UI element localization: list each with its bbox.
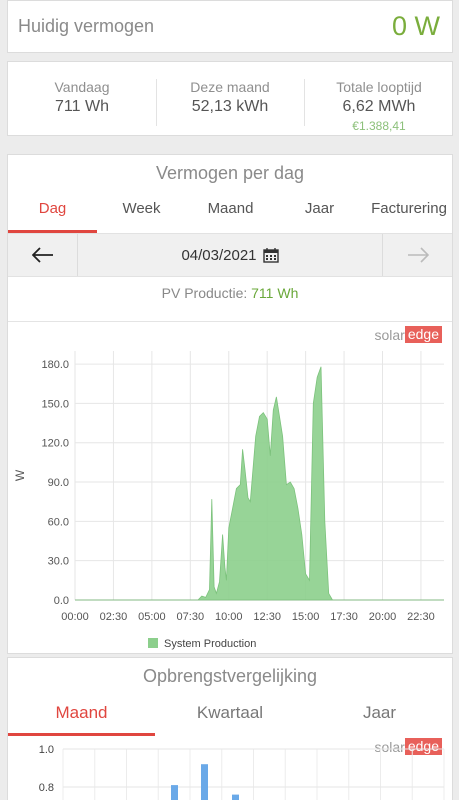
arrow-right-icon [407, 247, 429, 263]
series-area-system-production [75, 366, 444, 601]
y-tick-label: 0.8 [39, 782, 54, 794]
y-tick-label: 0.0 [54, 595, 69, 607]
y-tick-label: 30.0 [48, 556, 69, 568]
tab-day[interactable]: Dag [8, 197, 97, 233]
y-tick-label: 60.0 [48, 516, 69, 528]
bar [171, 785, 178, 800]
x-tick-label: 05:00 [138, 611, 166, 623]
stat-today-value: 711 Wh [55, 98, 109, 115]
current-power-card: Huidig vermogen 0 W [7, 0, 453, 53]
stat-lifetime-revenue: €1.388,41 [352, 119, 406, 133]
current-power-value: 0 W [391, 11, 440, 41]
y-tick-label: 90.0 [48, 477, 69, 489]
stat-month: Deze maand 52,13 kWh [156, 62, 304, 137]
power-chart-card: Vermogen per dag Dag Week Maand Jaar Fac… [7, 154, 453, 654]
x-tick-label: 12:30 [253, 611, 281, 623]
divider [8, 321, 452, 322]
y-tick-label: 180.0 [41, 359, 69, 371]
x-tick-label: 02:30 [100, 611, 128, 623]
legend: System Production [148, 638, 256, 650]
bar [232, 794, 239, 800]
bar [201, 764, 208, 800]
x-tick-label: 07:30 [177, 611, 205, 623]
legend-swatch [148, 638, 158, 648]
yield-comparison-card: Opbrengstvergelijking Maand Kwartaal Jaa… [7, 657, 453, 800]
period-tabs: Dag Week Maand Jaar Facturering [8, 197, 452, 233]
stat-month-value: 52,13 kWh [191, 98, 269, 115]
power-area-chart: 0.0 30.0 60.0 90.0 120.0 150.0 180.0 00:00 02:30… [13, 351, 444, 650]
previous-date-button[interactable] [8, 234, 78, 276]
stat-lifetime-title: Totale looptijd [336, 79, 422, 95]
y-tick-label: 1.0 [39, 744, 54, 756]
y-tick-label: 150.0 [41, 398, 69, 410]
stat-month-title: Deze maand [190, 79, 270, 95]
stat-today-title: Vandaag [54, 79, 110, 95]
solaredge-logo: solar edge [374, 326, 442, 343]
stat-lifetime-value: 6,62 MWh [342, 98, 416, 115]
next-date-button[interactable] [382, 234, 452, 276]
x-tick-label: 20:00 [369, 611, 397, 623]
tab-week[interactable]: Week [97, 197, 186, 233]
pv-production-value: 711 Wh [251, 285, 299, 301]
date-picker[interactable]: 04/03/2021 [78, 234, 382, 276]
x-tick-label: 10:00 [215, 611, 243, 623]
current-power-label: Huidig vermogen [18, 16, 155, 36]
tab-year[interactable]: Jaar [275, 197, 364, 233]
selected-date: 04/03/2021 [181, 246, 257, 264]
date-navigation-bar: 04/03/2021 [8, 233, 452, 277]
pv-production-summary: PV Productie: 711 Wh [8, 285, 452, 301]
x-tick-label: 17:30 [330, 611, 358, 623]
legend-label: System Production [164, 638, 256, 650]
arrow-left-icon [31, 247, 53, 263]
stat-lifetime: Totale looptijd 6,62 MWh €1.388,41 [304, 62, 454, 137]
x-tick-label: 15:00 [292, 611, 320, 623]
y-tick-label: 120.0 [41, 438, 69, 450]
pv-production-label: PV Productie: [161, 285, 248, 301]
y-axis-label: W [13, 469, 27, 481]
tab-billing[interactable]: Facturering [364, 197, 454, 233]
tab-compare-year[interactable]: Jaar [305, 698, 454, 736]
stat-today: Vandaag 711 Wh [8, 62, 156, 137]
comparison-bar-chart: 1.0 0.8 [39, 744, 445, 800]
tab-compare-month[interactable]: Maand [8, 698, 155, 736]
x-tick-label: 22:30 [407, 611, 435, 623]
power-chart-title: Vermogen per dag [155, 163, 305, 183]
comparison-title: Opbrengstvergelijking [142, 666, 318, 686]
x-tick-label: 00:00 [61, 611, 89, 623]
tab-compare-quarter[interactable]: Kwartaal [155, 698, 305, 736]
tab-month[interactable]: Maand [186, 197, 275, 233]
calendar-icon [262, 248, 279, 263]
energy-stats-card: Vandaag 711 Wh Deze maand 52,13 kWh Tota… [7, 61, 453, 136]
